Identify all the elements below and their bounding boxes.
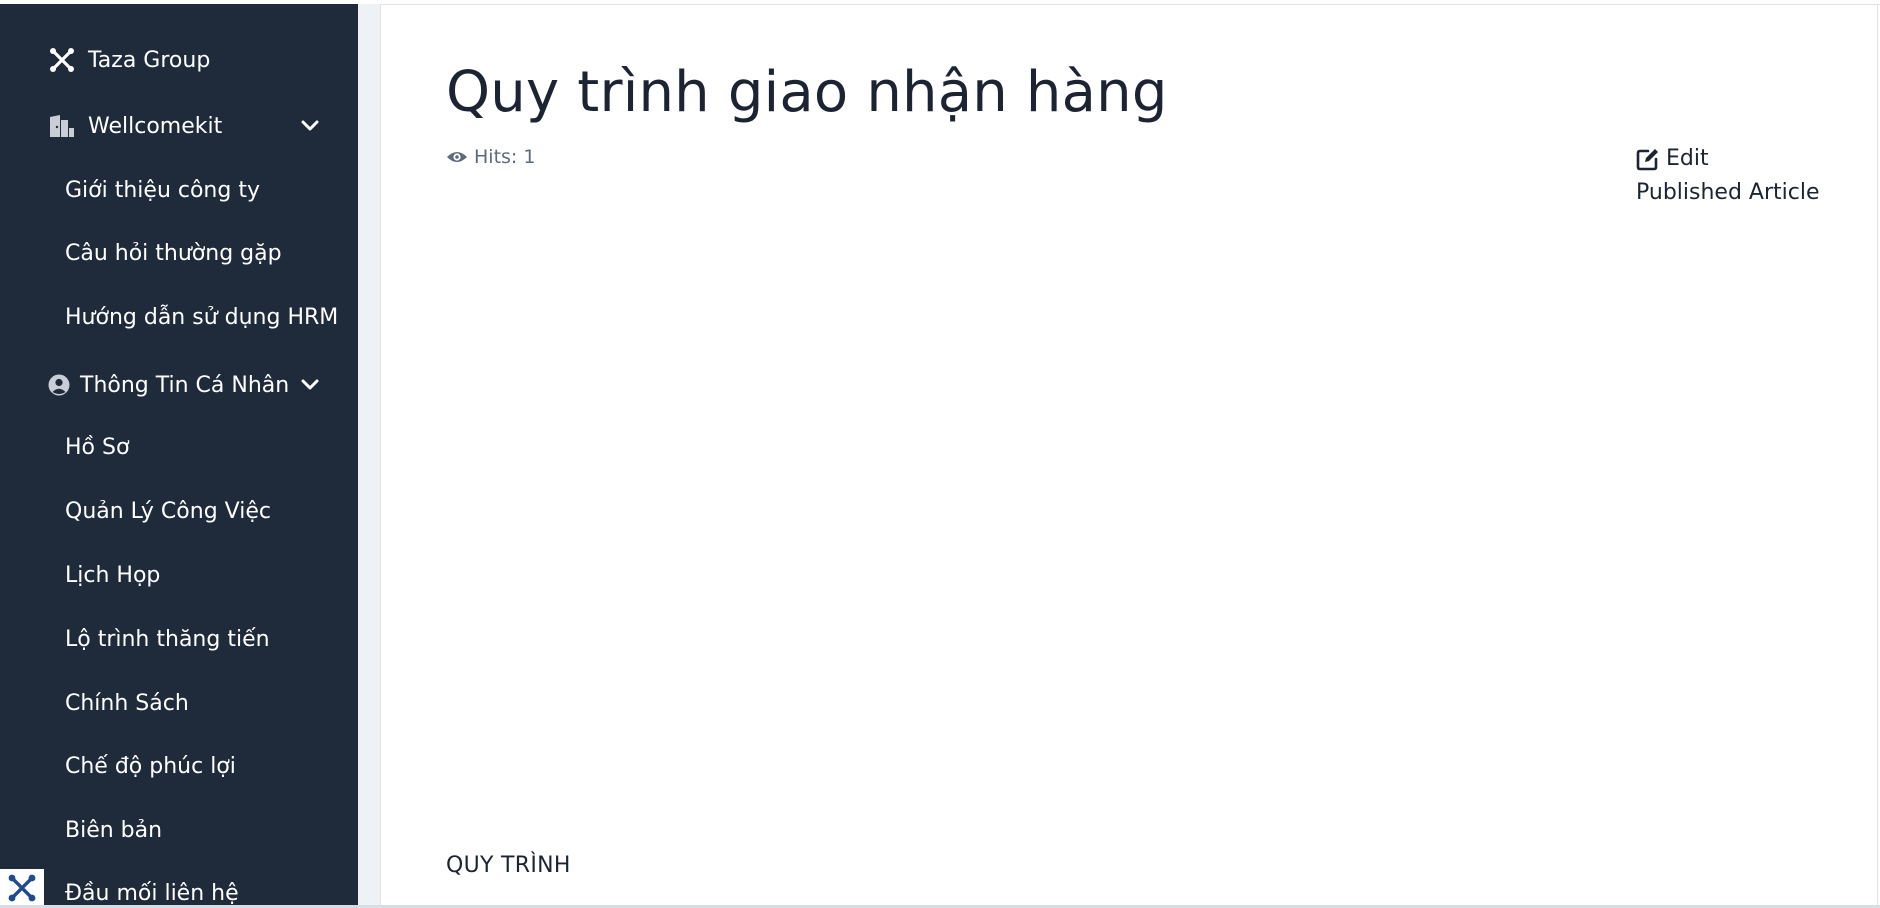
sidebar-item-huong-dan-hrm[interactable]: Hướng dẫn sử dụng HRM bbox=[65, 305, 338, 330]
sidebar-brand-label: Taza Group bbox=[88, 47, 211, 73]
user-circle-icon bbox=[48, 371, 70, 399]
chevron-down-icon[interactable] bbox=[300, 375, 320, 395]
sidebar-item-che-do-phuc-loi[interactable]: Chế độ phúc lợi bbox=[65, 754, 236, 779]
sidebar-gutter bbox=[358, 4, 381, 906]
sidebar-group-label: Thông Tin Cá Nhân bbox=[80, 372, 290, 398]
eye-icon bbox=[446, 150, 468, 164]
top-border bbox=[358, 4, 1880, 5]
article-title: Quy trình giao nhận hàng bbox=[446, 60, 1168, 125]
hits-count: Hits: 1 bbox=[474, 146, 536, 168]
sidebar-item-lo-trinh-thang-tien[interactable]: Lộ trình thăng tiến bbox=[65, 627, 270, 652]
sidebar-group-label: Wellcomekit bbox=[88, 113, 223, 139]
sidebar-item-chinh-sach[interactable]: Chính Sách bbox=[65, 691, 189, 716]
article-hits: Hits: 1 bbox=[446, 146, 535, 168]
edit-button[interactable]: Edit bbox=[1636, 146, 1709, 171]
sidebar: Taza Group Wellcomekit Giới thiệu công t… bbox=[0, 4, 358, 906]
sidebar-item-gioi-thieu-cong-ty[interactable]: Giới thiệu công ty bbox=[65, 178, 260, 203]
sidebar-item-ho-so[interactable]: Hồ Sơ bbox=[65, 435, 129, 460]
building-door-icon bbox=[48, 112, 76, 140]
chevron-down-icon[interactable] bbox=[300, 116, 320, 136]
sidebar-item-cau-hoi-thuong-gap[interactable]: Câu hỏi thường gặp bbox=[65, 241, 282, 266]
sidebar-brand-taza-group[interactable]: Taza Group bbox=[48, 46, 358, 74]
sidebar-item-bien-ban[interactable]: Biên bản bbox=[65, 818, 162, 843]
article-status: Published Article bbox=[1636, 180, 1820, 205]
page: Taza Group Wellcomekit Giới thiệu công t… bbox=[0, 0, 1880, 908]
content-right-border bbox=[1877, 4, 1878, 906]
joomla-logo-icon[interactable] bbox=[0, 869, 44, 907]
sidebar-item-quan-ly-cong-viec[interactable]: Quản Lý Công Việc bbox=[65, 499, 271, 524]
brand-x-icon bbox=[48, 46, 76, 74]
sidebar-group-thong-tin-ca-nhan[interactable]: Thông Tin Cá Nhân bbox=[48, 371, 358, 399]
sidebar-group-wellcomekit[interactable]: Wellcomekit bbox=[48, 112, 358, 140]
section-heading: QUY TRÌNH bbox=[446, 853, 571, 878]
edit-icon bbox=[1636, 147, 1660, 171]
sidebar-item-dau-moi-lien-he[interactable]: Đầu mối liên hệ bbox=[65, 881, 239, 906]
sidebar-item-lich-hop[interactable]: Lịch Họp bbox=[65, 563, 160, 588]
edit-label: Edit bbox=[1666, 146, 1709, 171]
